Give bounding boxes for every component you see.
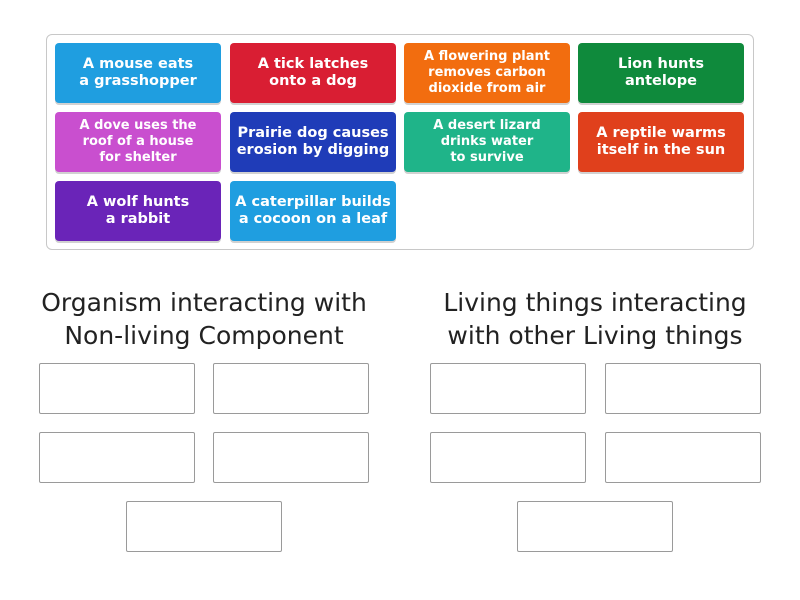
- draggable-card[interactable]: A wolf hunts a rabbit: [55, 181, 221, 241]
- group-heading-living: Living things interacting with other Liv…: [443, 288, 747, 350]
- drop-slot-living[interactable]: [430, 432, 586, 483]
- draggable-card[interactable]: Lion hunts antelope: [578, 43, 744, 103]
- draggable-card[interactable]: A dove uses the roof of a house for shel…: [55, 112, 221, 172]
- drop-slot-non-living[interactable]: [213, 363, 369, 414]
- drop-slot-living[interactable]: [517, 501, 673, 552]
- drop-slot-living[interactable]: [430, 363, 586, 414]
- drop-slot-living[interactable]: [605, 432, 761, 483]
- draggable-card[interactable]: A caterpillar builds a cocoon on a leaf: [230, 181, 396, 241]
- draggable-card[interactable]: A desert lizard drinks water to survive: [404, 112, 570, 172]
- drop-slot-non-living[interactable]: [126, 501, 282, 552]
- drop-slot-non-living[interactable]: [39, 363, 195, 414]
- drop-slot-living[interactable]: [605, 363, 761, 414]
- drop-slot-non-living[interactable]: [213, 432, 369, 483]
- draggable-card[interactable]: A tick latches onto a dog: [230, 43, 396, 103]
- draggable-card[interactable]: Prairie dog causes erosion by digging: [230, 112, 396, 172]
- draggable-card[interactable]: A flowering plant removes carbon dioxide…: [404, 43, 570, 103]
- draggable-card[interactable]: A reptile warms itself in the sun: [578, 112, 744, 172]
- drop-slot-non-living[interactable]: [39, 432, 195, 483]
- group-heading-non-living: Organism interacting with Non-living Com…: [41, 288, 367, 350]
- draggable-card[interactable]: A mouse eats a grasshopper: [55, 43, 221, 103]
